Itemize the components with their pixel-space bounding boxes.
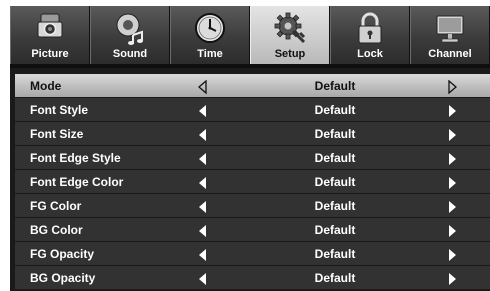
menu-row-label: Font Edge Style <box>30 151 121 165</box>
tab-time[interactable]: Time <box>170 6 250 64</box>
arrow-right-icon[interactable] <box>448 272 457 286</box>
tab-lock-label: Lock <box>357 48 383 60</box>
tab-setup[interactable]: Setup <box>250 6 330 64</box>
arrow-left-icon[interactable] <box>198 224 207 238</box>
arrow-right-icon[interactable] <box>448 248 457 262</box>
arrow-right-icon[interactable] <box>448 176 457 190</box>
menu-row-value: Default <box>314 223 356 237</box>
arrow-right-icon[interactable] <box>448 104 457 118</box>
picture-camera-icon <box>33 11 67 45</box>
padlock-icon <box>353 11 387 45</box>
arrow-right-icon[interactable] <box>448 152 457 166</box>
menu-row-value: Default <box>314 199 356 213</box>
menu-row-label: FG Color <box>30 199 82 213</box>
tab-bar-divider <box>10 64 490 68</box>
tab-picture[interactable]: Picture <box>10 6 90 64</box>
sound-speaker-icon <box>113 11 147 45</box>
tab-time-label: Time <box>197 48 223 60</box>
tab-picture-label: Picture <box>31 48 69 60</box>
menu-row-font-size[interactable]: Font Size Default <box>15 122 490 146</box>
menu-row-label: Font Style <box>30 103 89 117</box>
menu-row-label: BG Color <box>30 223 83 237</box>
arrow-left-icon[interactable] <box>198 152 207 166</box>
arrow-right-icon[interactable] <box>448 200 457 214</box>
monitor-icon <box>433 11 467 45</box>
menu-screen: Picture Sound Time Setup Lock Channel Mo… <box>10 6 490 291</box>
arrow-left-icon[interactable] <box>198 176 207 190</box>
menu-row-font-edge-color[interactable]: Font Edge Color Default <box>15 170 490 194</box>
tab-sound-label: Sound <box>112 48 148 60</box>
menu-row-value: Default <box>314 103 356 117</box>
arrow-left-icon[interactable] <box>198 104 207 118</box>
menu-row-font-style[interactable]: Font Style Default <box>15 98 490 122</box>
menu-row-label: BG Opacity <box>30 271 96 285</box>
caption-settings-menu: Mode Default Font Style Default Font Siz… <box>15 74 490 291</box>
tab-bar: Picture Sound Time Setup Lock Channel <box>10 6 490 64</box>
arrow-left-icon[interactable] <box>198 248 207 262</box>
menu-row-mode[interactable]: Mode Default <box>15 74 490 98</box>
arrow-left-icon[interactable] <box>198 80 207 94</box>
menu-row-value: Default <box>314 151 356 165</box>
tab-channel-label: Channel <box>428 48 472 60</box>
menu-row-fg-color[interactable]: FG Color Default <box>15 194 490 218</box>
menu-row-bg-color[interactable]: BG Color Default <box>15 218 490 242</box>
menu-row-value: Default <box>314 175 356 189</box>
tab-sound[interactable]: Sound <box>90 6 170 64</box>
arrow-left-icon[interactable] <box>198 200 207 214</box>
menu-row-value: Default <box>314 127 356 141</box>
menu-row-label: Font Edge Color <box>30 175 124 189</box>
menu-row-value: Default <box>314 79 356 93</box>
arrow-right-icon[interactable] <box>448 128 457 142</box>
arrow-left-icon[interactable] <box>198 272 207 286</box>
menu-row-value: Default <box>314 247 356 261</box>
arrow-right-icon[interactable] <box>448 80 457 94</box>
tab-lock[interactable]: Lock <box>330 6 410 64</box>
setup-gear-icon <box>273 11 307 45</box>
tab-setup-label: Setup <box>274 48 306 60</box>
clock-icon <box>193 11 227 45</box>
menu-row-bg-opacity[interactable]: BG Opacity Default <box>15 266 490 290</box>
menu-row-label: Font Size <box>30 127 84 141</box>
tab-channel[interactable]: Channel <box>410 6 490 64</box>
menu-row-font-edge-style[interactable]: Font Edge Style Default <box>15 146 490 170</box>
arrow-right-icon[interactable] <box>448 224 457 238</box>
menu-row-value: Default <box>314 271 356 285</box>
menu-row-label: Mode <box>30 79 62 93</box>
menu-row-fg-opacity[interactable]: FG Opacity Default <box>15 242 490 266</box>
arrow-left-icon[interactable] <box>198 128 207 142</box>
menu-row-label: FG Opacity <box>30 247 95 261</box>
